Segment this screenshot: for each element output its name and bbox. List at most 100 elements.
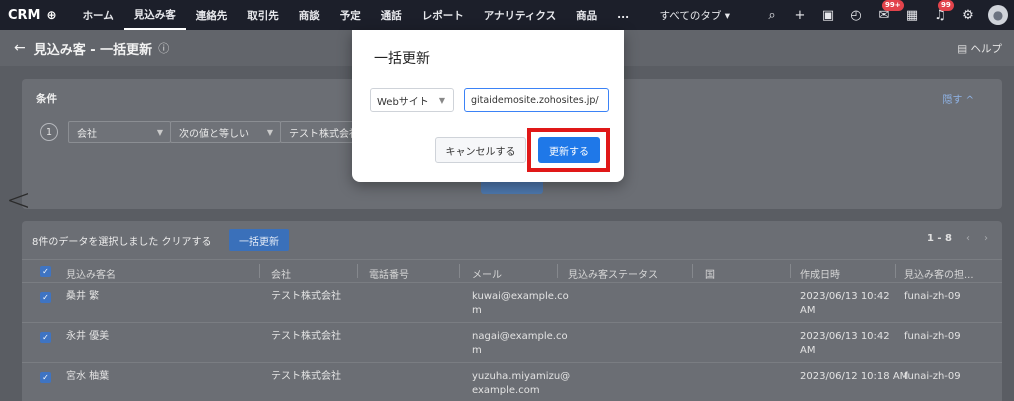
criteria-field-value: 会社	[77, 128, 97, 140]
dialog-title: 一括更新	[374, 51, 430, 67]
lead-created: 2023/06/13 10:42	[800, 291, 890, 302]
mail-badge: 99+	[882, 0, 904, 11]
tab-reports[interactable]: レポート	[412, 0, 474, 30]
column-header-owner[interactable]: 見込み客の担...	[904, 266, 974, 281]
search-icon[interactable]: ⌕	[764, 8, 780, 23]
lead-email-cont[interactable]: m	[472, 344, 482, 358]
pagination: 1 - 8 ‹ ›	[927, 233, 988, 244]
help-label: ヘルプ	[970, 42, 1003, 55]
prev-page-icon[interactable]: ‹	[966, 233, 970, 244]
table-row[interactable]: ✓ 永井 優美 テスト株式会社 nagai@example.co m 2023/…	[22, 323, 1002, 363]
tab-events[interactable]: 予定	[330, 0, 371, 30]
column-divider	[895, 264, 896, 278]
highlight-box	[527, 128, 610, 172]
chevron-down-icon: ▼	[266, 127, 273, 137]
lead-name[interactable]: 桑井 繁	[66, 290, 99, 304]
help-link[interactable]: ▤ ヘルプ	[957, 41, 1002, 56]
lead-company: テスト株式会社	[271, 291, 341, 302]
row-checkbox[interactable]: ✓	[40, 292, 51, 303]
info-icon[interactable]: ⓘ	[158, 40, 169, 56]
column-header-company[interactable]: 会社	[271, 266, 291, 281]
back-arrow-icon[interactable]: ←	[14, 40, 26, 56]
select-all-checkbox[interactable]: ✓	[40, 266, 51, 277]
lead-company: テスト株式会社	[271, 371, 341, 382]
website-input[interactable]	[464, 88, 609, 112]
calendar-icon[interactable]: ▣	[820, 8, 836, 23]
tab-deals[interactable]: 商談	[289, 0, 330, 30]
next-page-icon[interactable]: ›	[984, 233, 988, 244]
signals-icon[interactable]: ◴	[848, 8, 864, 23]
tab-calls[interactable]: 通話	[371, 0, 412, 30]
column-header-country[interactable]: 国	[705, 266, 715, 281]
nav-tabs: ホーム 見込み客 連絡先 取引先 商談 予定 通話 レポート アナリティクス 商…	[73, 0, 640, 30]
plus-icon[interactable]: +	[792, 8, 808, 23]
lead-owner: funai-zh-09	[904, 371, 961, 382]
tab-accounts[interactable]: 取引先	[237, 0, 289, 30]
lead-created-cont: AM	[800, 305, 816, 316]
tab-leads[interactable]: 見込み客	[123, 0, 186, 30]
lead-owner: funai-zh-09	[904, 331, 961, 342]
row-checkbox[interactable]: ✓	[40, 332, 51, 343]
table-row[interactable]: ✓ 宮水 柚葉 テスト株式会社 yuzuha.miyamizu@ example…	[22, 363, 1002, 401]
column-divider	[459, 264, 460, 278]
globe-icon[interactable]: ⊕	[47, 8, 57, 22]
column-divider	[692, 264, 693, 278]
bulk-update-button[interactable]: 一括更新	[229, 229, 289, 251]
chevron-down-icon: ▼	[156, 127, 163, 137]
page-title: 見込み客 - 一括更新	[33, 42, 153, 58]
lead-email[interactable]: nagai@example.co	[472, 330, 568, 344]
brand-name: CRM	[8, 7, 41, 23]
lead-email-cont[interactable]: m	[472, 304, 482, 318]
table-row[interactable]: ✓ 桑井 繁 テスト株式会社 kuwai@example.co m 2023/0…	[22, 283, 1002, 323]
column-divider	[259, 264, 260, 278]
lead-created-cont: AM	[800, 345, 816, 356]
column-header-name[interactable]: 見込み客名	[66, 266, 116, 281]
records-card: 8件のデータを選択しました クリアする 一括更新 1 - 8 ‹ › ✓ 見込み…	[22, 221, 1002, 401]
column-header-email[interactable]: メール	[472, 266, 502, 281]
lead-email[interactable]: kuwai@example.co	[472, 290, 569, 304]
tab-analytics[interactable]: アナリティクス	[474, 0, 566, 30]
lead-company: テスト株式会社	[271, 331, 341, 342]
lead-email-cont[interactable]: example.com	[472, 384, 540, 398]
page-range: 1 - 8	[926, 233, 952, 244]
tab-home[interactable]: ホーム	[73, 0, 124, 30]
column-header-status[interactable]: 見込み客ステータス	[568, 266, 658, 281]
criteria-number: 1	[40, 123, 58, 141]
lead-created: 2023/06/12 10:18 AM	[800, 371, 909, 382]
selection-status[interactable]: 8件のデータを選択しました クリアする	[32, 233, 212, 248]
criteria-operator-select[interactable]: 次の値と等しい ▼	[170, 121, 281, 143]
lead-created: 2023/06/13 10:42	[800, 331, 890, 342]
criteria-value-text: テスト株式会社	[289, 128, 359, 140]
mail-icon[interactable]: ✉ 99+	[876, 0, 904, 23]
cancel-button[interactable]: キャンセルする	[435, 137, 526, 163]
tab-contacts[interactable]: 連絡先	[186, 0, 238, 30]
lead-email[interactable]: yuzuha.miyamizu@	[472, 370, 570, 384]
lead-owner: funai-zh-09	[904, 291, 961, 302]
criteria-field-select[interactable]: 会社 ▼	[68, 121, 171, 143]
avatar[interactable]: ●	[988, 5, 1008, 25]
gear-icon[interactable]: ⚙	[960, 8, 976, 23]
tab-more[interactable]: ...	[607, 0, 639, 30]
column-header-created[interactable]: 作成日時	[800, 266, 840, 281]
row-checkbox[interactable]: ✓	[40, 372, 51, 383]
tab-products[interactable]: 商品	[566, 0, 607, 30]
bell-icon[interactable]: ♫ 99	[932, 0, 954, 23]
field-select[interactable]: Webサイト ▼	[370, 88, 454, 112]
all-tabs-dropdown[interactable]: すべてのタブ ▾	[660, 8, 730, 23]
column-divider	[557, 264, 558, 278]
top-navigation-bar: CRM ⊕ ホーム 見込み客 連絡先 取引先 商談 予定 通話 レポート アナリ…	[0, 0, 1014, 30]
column-divider	[357, 264, 358, 278]
chevron-left-icon[interactable]: <	[6, 183, 31, 218]
field-select-value: Webサイト	[377, 96, 429, 108]
hide-link[interactable]: 隠す ^	[942, 91, 974, 106]
chevron-down-icon: ▼	[438, 95, 445, 105]
help-icon: ▤	[957, 42, 971, 55]
table-header: ✓ 見込み客名 会社 電話番号 メール 見込み客ステータス 国 作成日時 見込み…	[22, 259, 1002, 283]
lead-name[interactable]: 永井 優美	[66, 330, 109, 344]
calendar-grid-icon[interactable]: ▦	[904, 8, 920, 23]
criteria-title: 条件	[36, 93, 57, 105]
column-header-phone[interactable]: 電話番号	[369, 266, 409, 281]
lead-name[interactable]: 宮水 柚葉	[66, 370, 109, 384]
brand[interactable]: CRM ⊕	[8, 8, 57, 23]
nav-right-tools: すべてのタブ ▾ ⌕ + ▣ ◴ ✉ 99+ ▦ ♫ 99 ⚙ ●	[660, 0, 1008, 30]
